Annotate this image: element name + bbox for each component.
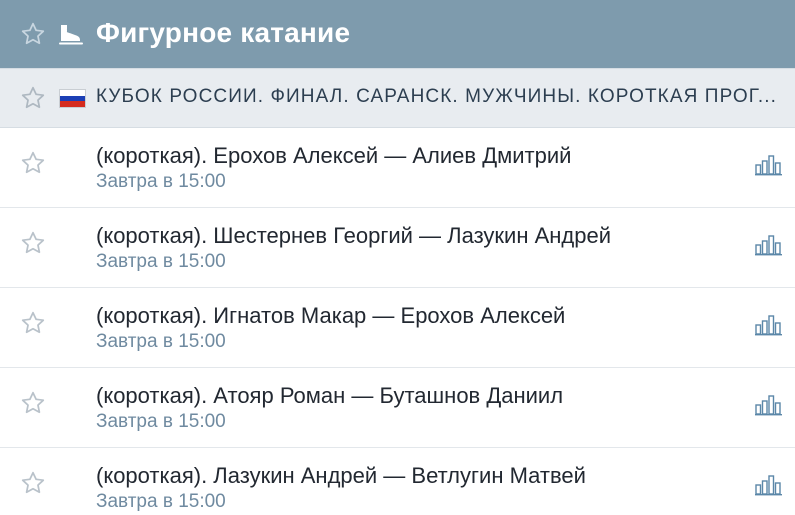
event-list: (короткая). Ерохов Алексей — Алиев Дмитр… — [0, 128, 795, 515]
star-outline-icon[interactable] — [20, 390, 46, 416]
event-name[interactable]: (короткая). Ерохов Алексей — Алиев Дмитр… — [96, 143, 571, 169]
event-row[interactable]: (короткая). Ерохов Алексей — Алиев Дмитр… — [0, 128, 795, 208]
bar-chart-icon[interactable] — [754, 474, 783, 496]
star-outline-icon[interactable] — [20, 470, 46, 496]
event-row[interactable]: (короткая). Шестернев Георгий — Лазукин … — [0, 208, 795, 288]
star-outline-icon[interactable] — [20, 21, 46, 47]
ice-skate-icon — [59, 25, 83, 45]
event-time: Завтра в 15:00 — [96, 331, 226, 352]
event-name[interactable]: (короткая). Игнатов Макар — Ерохов Алекс… — [96, 303, 565, 329]
event-time: Завтра в 15:00 — [96, 251, 226, 272]
star-outline-icon[interactable] — [20, 310, 46, 336]
star-outline-icon[interactable] — [20, 85, 46, 111]
event-row[interactable]: (короткая). Атояр Роман — Буташнов Дании… — [0, 368, 795, 448]
tournament-header[interactable]: КУБОК РОССИИ. ФИНАЛ. САРАНСК. МУЖЧИНЫ. К… — [0, 68, 795, 128]
bar-chart-icon[interactable] — [754, 314, 783, 336]
sports-list-panel: Фигурное катание КУБОК РОССИИ. ФИНАЛ. СА… — [0, 0, 795, 515]
event-time: Завтра в 15:00 — [96, 411, 226, 432]
event-name[interactable]: (короткая). Шестернев Георгий — Лазукин … — [96, 223, 611, 249]
event-name[interactable]: (короткая). Атояр Роман — Буташнов Дании… — [96, 383, 563, 409]
bar-chart-icon[interactable] — [754, 154, 783, 176]
bar-chart-icon[interactable] — [754, 234, 783, 256]
event-time: Завтра в 15:00 — [96, 491, 226, 512]
event-time: Завтра в 15:00 — [96, 171, 226, 192]
russia-flag-icon — [59, 89, 86, 108]
sport-header: Фигурное катание — [0, 0, 795, 68]
bar-chart-icon[interactable] — [754, 394, 783, 416]
event-row[interactable]: (короткая). Игнатов Макар — Ерохов Алекс… — [0, 288, 795, 368]
event-name[interactable]: (короткая). Лазукин Андрей — Ветлугин Ма… — [96, 463, 586, 489]
tournament-title: КУБОК РОССИИ. ФИНАЛ. САРАНСК. МУЖЧИНЫ. К… — [96, 86, 778, 107]
star-outline-icon[interactable] — [20, 150, 46, 176]
event-row[interactable]: (короткая). Лазукин Андрей — Ветлугин Ма… — [0, 448, 795, 515]
star-outline-icon[interactable] — [20, 230, 46, 256]
sport-title: Фигурное катание — [96, 17, 351, 48]
